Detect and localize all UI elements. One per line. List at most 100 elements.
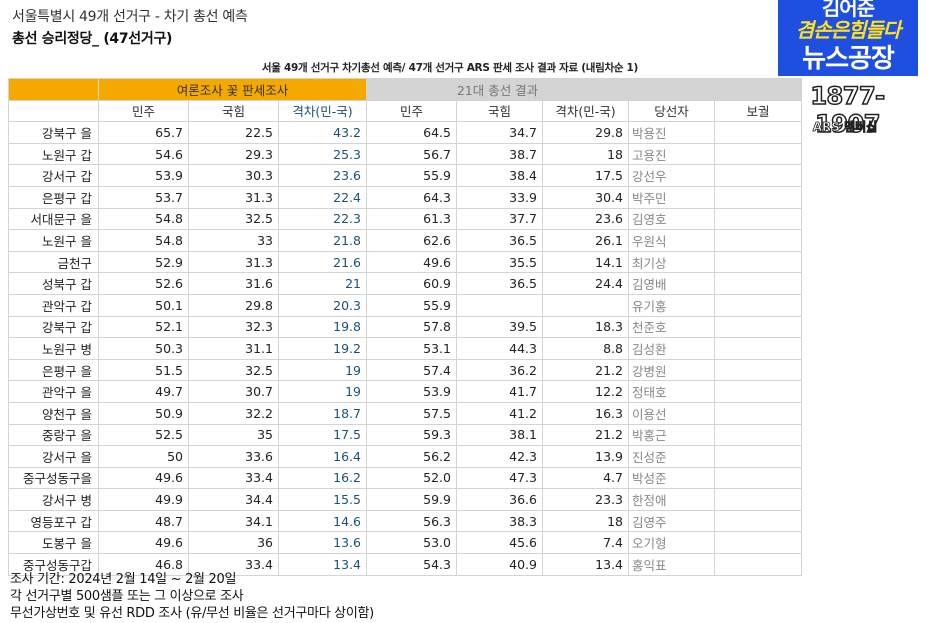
winner-cell: 박주민 [628, 185, 715, 209]
table-row: 중구성동구을 49.6 33.4 16.2 52.0 47.3 4.7 박성준 [8, 466, 802, 490]
table-row: 노원구 갑 54.6 29.3 25.3 56.7 38.7 18 고용진 [8, 142, 802, 166]
by-election-cell [714, 164, 802, 187]
page-title: 서울특별시 49개 선거구 - 차기 총선 예측 [12, 9, 248, 25]
group-poll-header: 여론조사 꽃 판세조사 [98, 78, 367, 101]
poll-dem-cell: 50.9 [98, 401, 189, 425]
result-gap-cell: 21.2 [542, 423, 629, 447]
column-header-poll-dem: 민주 [98, 99, 189, 123]
district-cell: 도봉구 을 [8, 531, 99, 555]
result-ppp-cell: 38.1 [456, 423, 543, 447]
result-ppp-cell: 34.7 [456, 121, 543, 144]
poll-gap-cell: 14.6 [278, 509, 367, 533]
result-dem-cell: 53.1 [366, 337, 457, 360]
result-ppp-cell: 38.3 [456, 509, 543, 533]
result-dem-cell: 56.2 [366, 445, 457, 468]
poll-ppp-cell: 32.2 [188, 401, 279, 425]
result-dem-cell: 64.5 [366, 121, 457, 144]
poll-ppp-cell: 34.4 [188, 488, 279, 511]
result-ppp-cell: 41.7 [456, 380, 543, 403]
column-header-by-election: 보궐 [714, 99, 802, 123]
result-gap-cell: 7.4 [542, 531, 629, 555]
poll-gap-cell: 22.3 [278, 207, 367, 231]
result-ppp-cell: 39.5 [456, 315, 543, 339]
poll-gap-cell: 43.2 [278, 121, 367, 144]
winner-cell: 한정애 [628, 488, 715, 511]
survey-period-note: 조사 기간: 2024년 2월 14일 ~ 2월 20일 [10, 572, 237, 587]
by-election-cell [714, 509, 802, 533]
by-election-cell [714, 337, 802, 360]
district-cell: 강북구 갑 [8, 315, 99, 339]
table-row: 성북구 갑 52.6 31.6 21 60.9 36.5 24.4 김영배 [8, 272, 802, 295]
poll-dem-cell: 52.5 [98, 423, 189, 447]
result-ppp-cell: 41.2 [456, 401, 543, 425]
poll-ppp-cell: 30.3 [188, 164, 279, 187]
result-gap-cell: 24.4 [542, 272, 629, 295]
poll-gap-cell: 19.8 [278, 315, 367, 339]
district-cell: 영등포구 갑 [8, 509, 99, 533]
result-gap-cell: 21.2 [542, 358, 629, 382]
table-row: 금천구 52.9 31.3 21.6 49.6 35.5 14.1 최기상 [8, 250, 802, 274]
poll-gap-cell: 18.7 [278, 401, 367, 425]
by-election-cell [714, 488, 802, 511]
poll-ppp-cell: 35 [188, 423, 279, 447]
result-dem-cell: 53.0 [366, 531, 457, 555]
poll-gap-cell: 15.5 [278, 488, 367, 511]
poll-ppp-cell: 30.7 [188, 380, 279, 403]
result-gap-cell: 23.6 [542, 207, 629, 231]
by-election-cell [714, 229, 802, 252]
district-cell: 금천구 [8, 250, 99, 274]
poll-dem-cell: 52.9 [98, 250, 189, 274]
poll-dem-cell: 49.7 [98, 380, 189, 403]
poll-dem-cell: 53.7 [98, 185, 189, 209]
winner-cell: 천준호 [628, 315, 715, 339]
result-ppp-cell: 36.5 [456, 272, 543, 295]
poll-dem-cell: 54.8 [98, 229, 189, 252]
result-gap-cell: 29.8 [542, 121, 629, 144]
result-dem-cell: 49.6 [366, 250, 457, 274]
result-dem-cell: 59.9 [366, 488, 457, 511]
poll-ppp-cell: 33.6 [188, 445, 279, 468]
poll-ppp-cell: 29.3 [188, 142, 279, 166]
column-header-result-dem: 민주 [366, 99, 457, 123]
result-dem-cell: 64.3 [366, 185, 457, 209]
result-gap-cell: 18 [542, 142, 629, 166]
district-cell: 은평구 을 [8, 358, 99, 382]
poll-ppp-cell: 32.5 [188, 358, 279, 382]
poll-ppp-cell: 33.4 [188, 466, 279, 490]
column-header-result-gap: 격차(민-국) [542, 99, 629, 123]
district-cell: 강서구 병 [8, 488, 99, 511]
by-election-cell [714, 142, 802, 166]
result-ppp-cell: 35.5 [456, 250, 543, 274]
district-cell: 강서구 을 [8, 445, 99, 468]
by-election-cell [714, 250, 802, 274]
district-cell: 은평구 갑 [8, 185, 99, 209]
winner-cell: 진성준 [628, 445, 715, 468]
district-cell: 중랑구 을 [8, 423, 99, 447]
winner-cell: 김성환 [628, 337, 715, 360]
by-election-cell [714, 423, 802, 447]
result-dem-cell: 62.6 [366, 229, 457, 252]
poll-ppp-cell: 36 [188, 531, 279, 555]
table-row: 강서구 병 49.9 34.4 15.5 59.9 36.6 23.3 한정애 [8, 488, 802, 511]
table-row: 강북구 을 65.7 22.5 43.2 64.5 34.7 29.8 박용진 [8, 121, 802, 144]
table-row: 중랑구 을 52.5 35 17.5 59.3 38.1 21.2 박홍근 [8, 423, 802, 447]
poll-dem-cell: 51.5 [98, 358, 189, 382]
poll-dem-cell: 49.9 [98, 488, 189, 511]
result-gap-cell: 17.5 [542, 164, 629, 187]
group-header-row: 여론조사 꽃 판세조사 21대 총선 결과 [8, 78, 802, 101]
result-dem-cell: 55.9 [366, 164, 457, 187]
result-gap-cell: 18.3 [542, 315, 629, 339]
district-cell: 관악구 갑 [8, 293, 99, 317]
poll-gap-cell: 16.4 [278, 445, 367, 468]
district-cell: 관악구 을 [8, 380, 99, 403]
poll-ppp-cell: 22.5 [188, 121, 279, 144]
district-cell: 노원구 갑 [8, 142, 99, 166]
winner-cell: 유기홍 [628, 293, 715, 317]
poll-dem-cell: 49.6 [98, 466, 189, 490]
table-row: 노원구 병 50.3 31.1 19.2 53.1 44.3 8.8 김성환 [8, 337, 802, 360]
poll-gap-cell: 21.8 [278, 229, 367, 252]
poll-dem-cell: 65.7 [98, 121, 189, 144]
district-cell: 노원구 을 [8, 229, 99, 252]
winner-cell: 김영배 [628, 272, 715, 295]
district-cell: 성북구 갑 [8, 272, 99, 295]
